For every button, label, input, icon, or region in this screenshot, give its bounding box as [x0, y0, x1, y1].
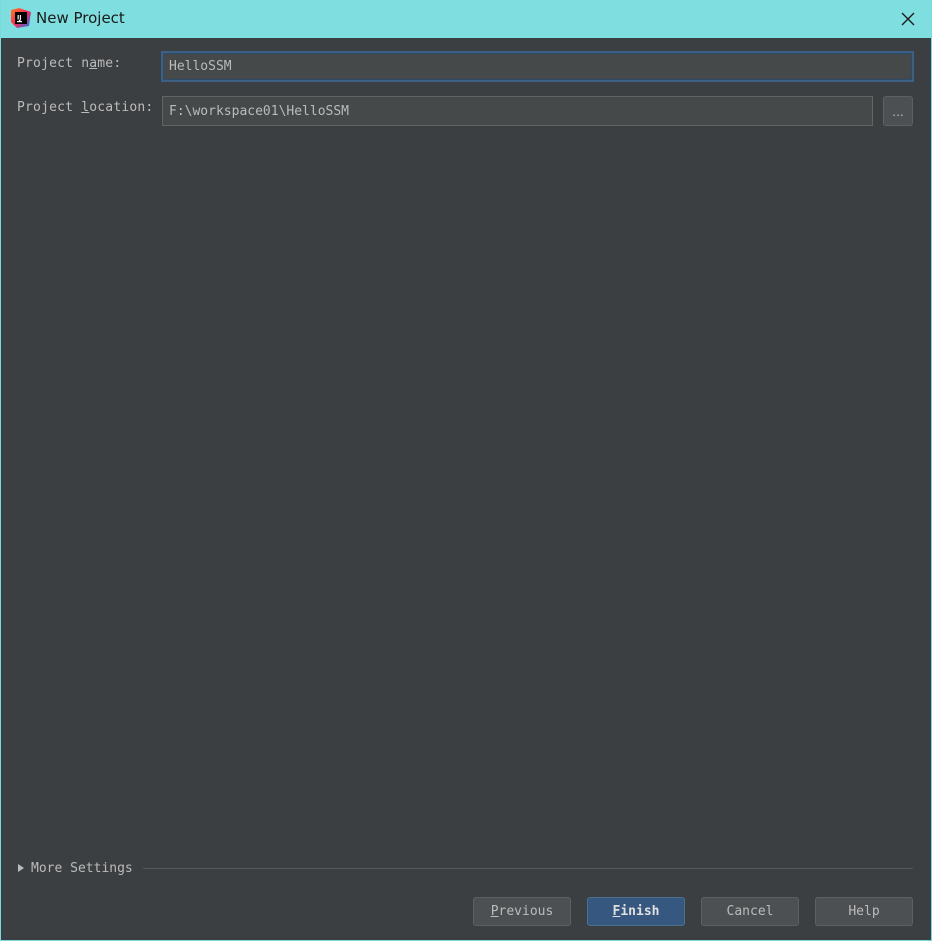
more-settings-separator	[143, 868, 913, 869]
intellij-idea-icon: IJ	[11, 8, 31, 28]
new-project-dialog: IJ New Project Project name: Project loc…	[0, 0, 932, 941]
browse-location-button[interactable]: ...	[883, 96, 913, 126]
help-button[interactable]: Help	[815, 897, 913, 926]
project-name-input[interactable]	[161, 51, 914, 82]
project-location-label: Project location:	[17, 100, 154, 115]
svg-text:IJ: IJ	[17, 15, 21, 22]
finish-button[interactable]: Finish	[587, 897, 685, 926]
project-location-input[interactable]	[162, 96, 873, 126]
window-title: New Project	[36, 9, 125, 27]
more-settings-label: More Settings	[31, 860, 133, 876]
close-icon	[901, 12, 915, 26]
project-name-label: Project name:	[17, 56, 122, 71]
previous-button[interactable]: Previous	[473, 897, 571, 926]
expand-triangle-icon	[18, 864, 24, 872]
cancel-button[interactable]: Cancel	[701, 897, 799, 926]
close-button[interactable]	[895, 6, 921, 32]
title-bar[interactable]: IJ New Project	[1, 0, 931, 38]
more-settings-toggle[interactable]: More Settings	[18, 859, 133, 877]
